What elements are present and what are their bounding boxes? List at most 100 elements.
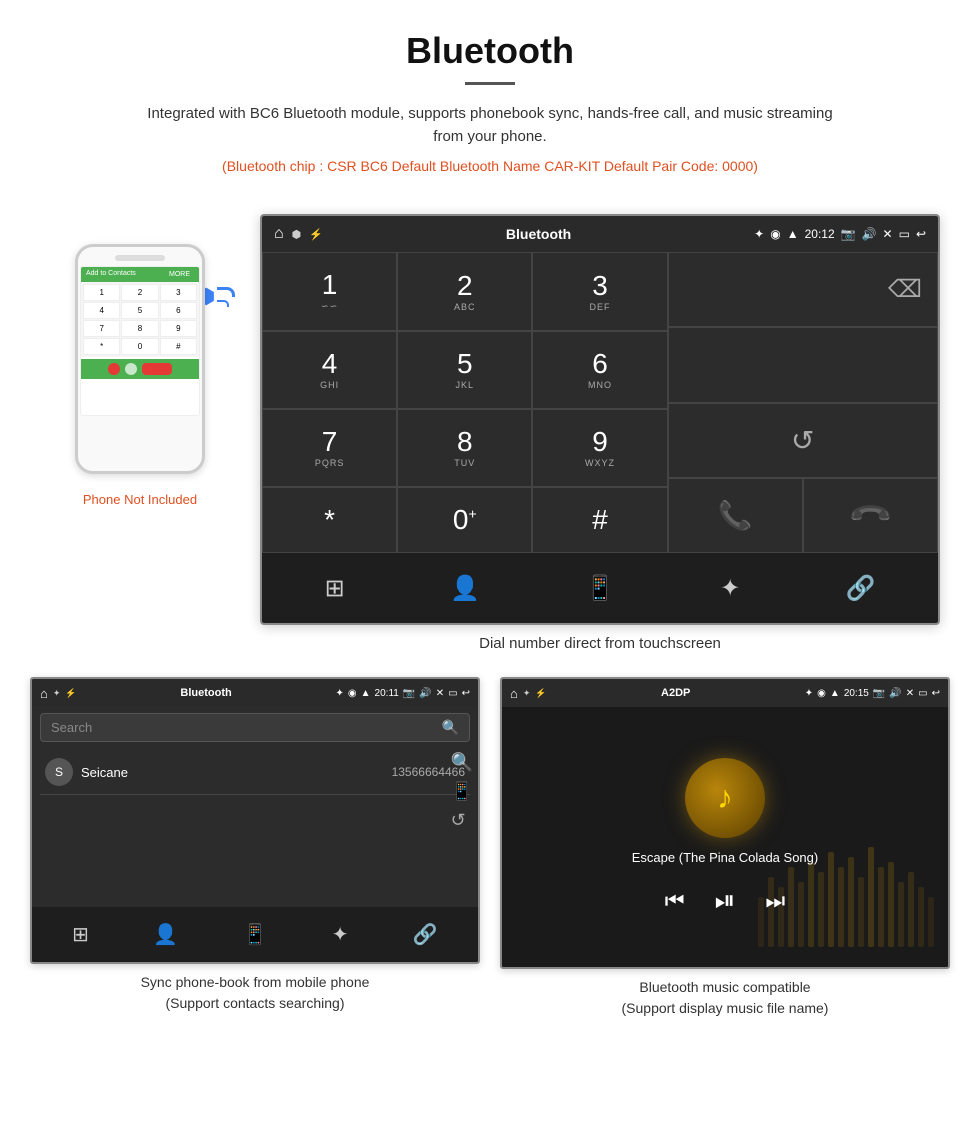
phone-screen: Add to Contacts MORE 1 2 3 4 5 6 7 8 9 *	[80, 266, 200, 416]
bt-status-icon: ⬢	[292, 228, 302, 241]
bt-bottom-icon[interactable]: ✦	[720, 574, 740, 603]
pb-statusbar-center: Bluetooth	[180, 687, 231, 699]
pb-grid-icon[interactable]: ⊞	[72, 922, 89, 947]
page-header: Bluetooth Integrated with BC6 Bluetooth …	[0, 0, 980, 204]
signal-waves	[217, 287, 235, 307]
phone-not-included-label: Phone Not Included	[83, 492, 197, 507]
link-icon[interactable]: 🔗	[845, 574, 875, 603]
play-pause-button[interactable]: ⏯	[715, 885, 736, 917]
page-description: Integrated with BC6 Bluetooth module, su…	[140, 103, 840, 148]
dial-key-8[interactable]: 8 TUV	[397, 409, 532, 487]
red-call-key[interactable]: 📞	[803, 478, 938, 553]
phone-bottom-bar	[81, 359, 199, 379]
phone-key-4[interactable]: 4	[83, 302, 120, 319]
search-icon[interactable]: 🔍	[442, 719, 459, 736]
phone-image: Add to Contacts MORE 1 2 3 4 5 6 7 8 9 *	[75, 244, 205, 474]
dial-key-1[interactable]: 1 ∽∽	[262, 252, 397, 331]
music-home-icon[interactable]: ⌂	[510, 686, 518, 701]
dial-key-3[interactable]: 3 DEF	[532, 252, 667, 331]
dial-key-7[interactable]: 7 PQRS	[262, 409, 397, 487]
page-title: Bluetooth	[20, 30, 960, 72]
pb-action-search[interactable]: 🔍	[451, 752, 473, 773]
music-time: 20:15	[844, 688, 869, 699]
green-call-key[interactable]: 📞	[668, 478, 803, 553]
pb-contacts-icon[interactable]: 👤	[153, 922, 178, 947]
pb-wifi: ▲	[361, 688, 371, 699]
music-back[interactable]: ↩	[932, 688, 940, 699]
pb-win[interactable]: ▭	[448, 688, 457, 699]
contact-row-seicane[interactable]: S Seicane 13566664466	[40, 750, 470, 795]
phone-screen-title: Add to Contacts	[86, 270, 136, 279]
phone-screen-header: Add to Contacts MORE	[81, 267, 199, 282]
music-content: ♪ Escape (The Pina Colada Song) ⏮ ⏯ ⏭	[502, 707, 948, 967]
pb-action-refresh[interactable]: ↺	[451, 810, 473, 831]
close-icon[interactable]: ✕	[883, 227, 893, 241]
pb-bt-bottom[interactable]: ✦	[332, 922, 349, 947]
phone-icon[interactable]: 📱	[585, 574, 615, 603]
contacts-icon[interactable]: 👤	[450, 574, 480, 603]
dial-key-hash[interactable]: #	[532, 487, 667, 553]
home-icon[interactable]: ⌂	[274, 225, 284, 243]
bt-icon: ✦	[754, 227, 764, 241]
dial-key-0[interactable]: 0+	[397, 487, 532, 553]
phone-key-8[interactable]: 8	[121, 320, 158, 337]
phone-key-6[interactable]: 6	[160, 302, 197, 319]
phonebook-content: Search 🔍 S Seicane 13566664466	[32, 707, 478, 907]
window-icon[interactable]: ▭	[899, 227, 910, 241]
grid-icon[interactable]: ⊞	[325, 574, 345, 603]
phone-key-hash[interactable]: #	[160, 338, 197, 355]
statusbar-center-text: Bluetooth	[506, 226, 571, 242]
dial-key-star[interactable]: *	[262, 487, 397, 553]
back-icon[interactable]: ↩	[916, 227, 926, 241]
time-display: 20:12	[805, 227, 835, 241]
backspace-key[interactable]: ⌫	[668, 252, 938, 327]
pb-link-bottom[interactable]: 🔗	[413, 922, 438, 947]
music-usb-icon: ⚡	[535, 688, 546, 699]
pb-phone-icon[interactable]: 📱	[243, 922, 268, 947]
pb-back[interactable]: ↩	[462, 688, 470, 699]
phone-key-5[interactable]: 5	[121, 302, 158, 319]
phone-key-7[interactable]: 7	[83, 320, 120, 337]
phonebook-search-bar[interactable]: Search 🔍	[40, 713, 470, 742]
dial-key-2[interactable]: 2 ABC	[397, 252, 532, 331]
pb-statusbar-left: ⌂ ✦ ⚡	[40, 686, 77, 701]
bluetooth-specs: (Bluetooth chip : CSR BC6 Default Blueto…	[20, 158, 960, 174]
pb-action-phone[interactable]: 📱	[451, 781, 473, 802]
phone-key-9[interactable]: 9	[160, 320, 197, 337]
music-vol: 🔊	[889, 688, 901, 699]
dial-key-5[interactable]: 5 JKL	[397, 331, 532, 409]
next-button[interactable]: ⏭	[765, 888, 785, 914]
dial-key-9[interactable]: 9 WXYZ	[532, 409, 667, 487]
numpad-keys: 1 ∽∽ 2 ABC 3 DEF 4 GHI	[262, 252, 668, 553]
red-phone-icon: 📞	[846, 491, 894, 539]
dial-key-6[interactable]: 6 MNO	[532, 331, 667, 409]
car-screen-dialpad: ⌂ ⬢ ⚡ Bluetooth ✦ ◉ ▲ 20:12 📷 🔊 ✕ ▭ ↩	[260, 214, 940, 625]
prev-button[interactable]: ⏮	[665, 888, 685, 914]
music-caption: Bluetooth music compatible (Support disp…	[622, 969, 829, 1019]
dialpad-grid: 1 ∽∽ 2 ABC 3 DEF 4 GHI	[262, 252, 938, 553]
music-bt-icon: ✦	[523, 688, 531, 699]
phone-key-0[interactable]: 0	[121, 338, 158, 355]
statusbar-right: ✦ ◉ ▲ 20:12 📷 🔊 ✕ ▭ ↩	[754, 227, 926, 241]
refresh-key[interactable]: ↺	[668, 403, 938, 478]
phone-key-1[interactable]: 1	[83, 284, 120, 301]
contact-avatar: S	[45, 758, 73, 786]
gps-icon: ◉	[770, 227, 780, 241]
phone-key-star[interactable]: *	[83, 338, 120, 355]
music-note-icon: ♪	[717, 779, 733, 816]
phonebook-statusbar: ⌂ ✦ ⚡ Bluetooth ✦ ◉ ▲ 20:11 📷 🔊 ✕ ▭ ↩	[32, 679, 478, 707]
pb-close[interactable]: ✕	[436, 688, 444, 699]
music-win[interactable]: ▭	[918, 688, 927, 699]
music-item: ⌂ ✦ ⚡ A2DP ✦ ◉ ▲ 20:15 📷 🔊 ✕ ▭ ↩	[500, 677, 950, 1019]
phone-key-3[interactable]: 3	[160, 284, 197, 301]
pb-home-icon[interactable]: ⌂	[40, 686, 48, 701]
statusbar-left: ⌂ ⬢ ⚡	[274, 225, 323, 243]
phone-speaker	[115, 255, 165, 261]
dial-key-4[interactable]: 4 GHI	[262, 331, 397, 409]
pb-vol: 🔊	[419, 688, 431, 699]
phone-key-2[interactable]: 2	[121, 284, 158, 301]
music-camera: 📷	[873, 688, 885, 699]
music-close[interactable]: ✕	[906, 688, 914, 699]
wave-1	[217, 287, 235, 297]
signal-icon: ▲	[787, 227, 799, 241]
